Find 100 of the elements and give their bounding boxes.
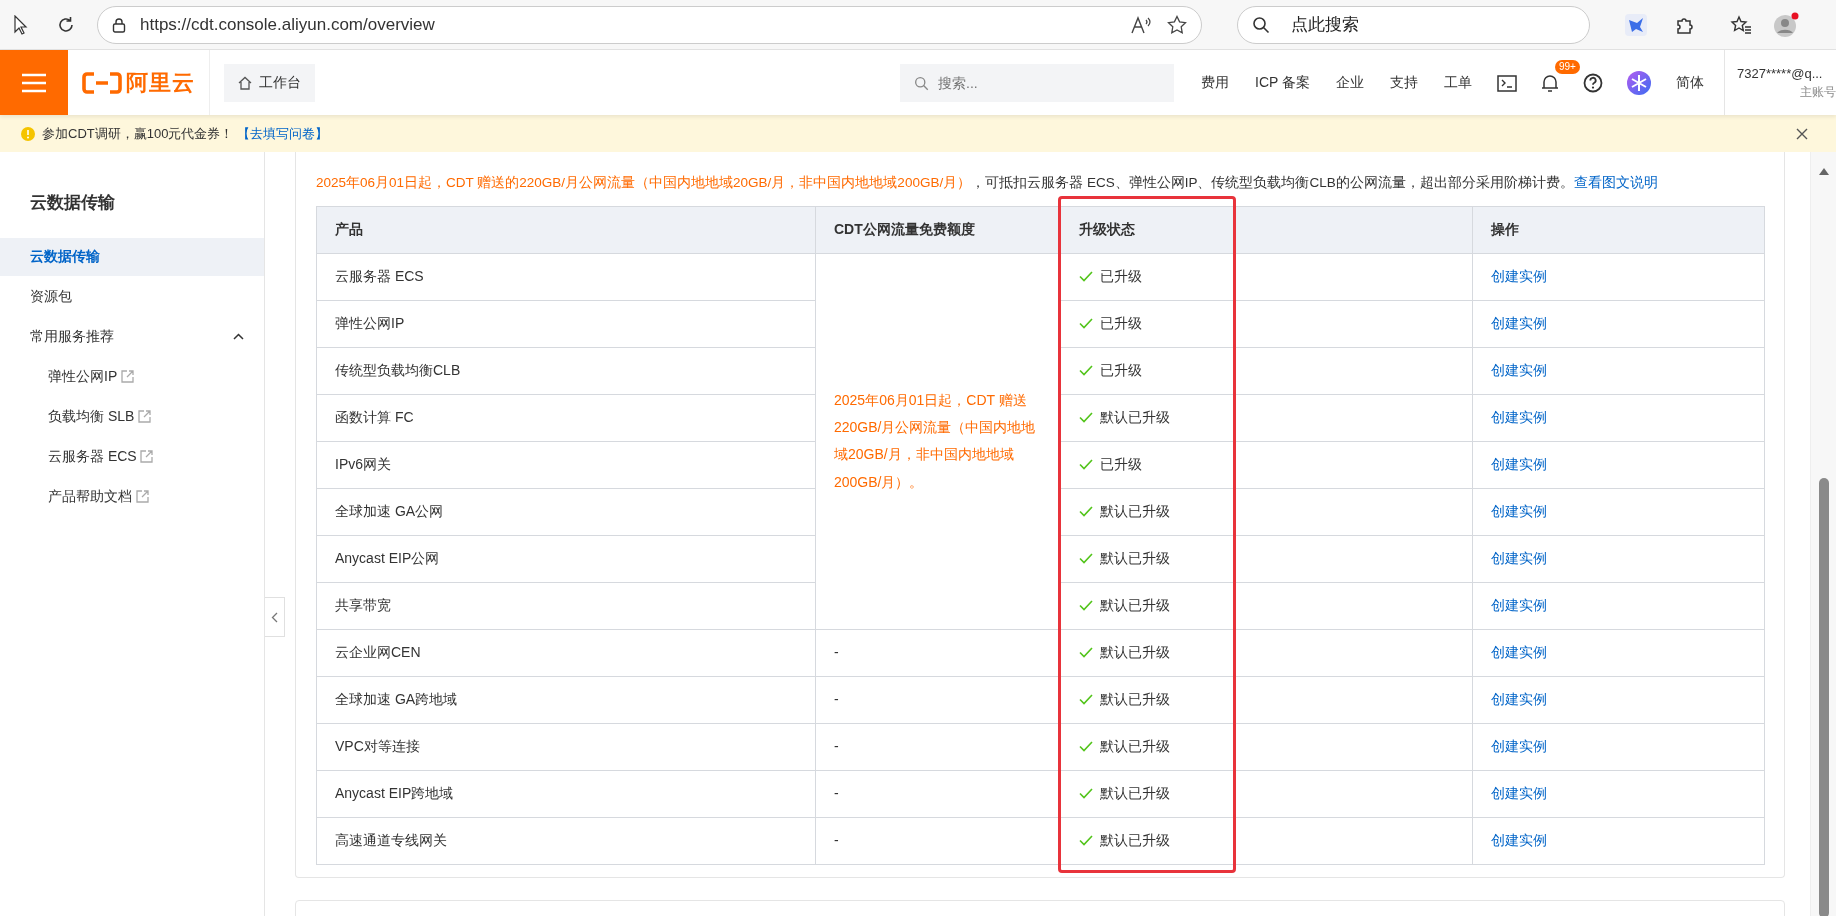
status-text: 默认已升级 xyxy=(1100,502,1170,522)
scroll-up-icon[interactable] xyxy=(1819,168,1829,175)
workbench-button[interactable]: 工作台 xyxy=(223,63,315,102)
check-icon xyxy=(1079,600,1093,612)
status-text: 已升级 xyxy=(1100,267,1142,287)
create-instance-link[interactable]: 创建实例 xyxy=(1491,832,1547,849)
scroll-thumb[interactable] xyxy=(1819,478,1829,916)
collapse-handle[interactable] xyxy=(265,597,285,637)
table-cell: 传统型负载均衡CLB xyxy=(316,347,816,395)
external-link-icon xyxy=(135,490,149,503)
logo-icon xyxy=(82,71,122,94)
check-icon xyxy=(1079,365,1093,377)
check-icon xyxy=(1079,788,1093,800)
status-text: 默认已升级 xyxy=(1100,737,1170,757)
status-text: 默认已升级 xyxy=(1100,596,1170,616)
menu-button[interactable] xyxy=(0,50,68,115)
nav-link[interactable]: 简体 xyxy=(1663,72,1717,93)
sidebar-item[interactable]: 云数据传输 xyxy=(0,237,264,276)
status-text: 默认已升级 xyxy=(1100,831,1170,851)
table-cell: 云服务器 ECS xyxy=(316,253,816,301)
table-cell: VPC对等连接 xyxy=(316,723,816,771)
bell-icon xyxy=(1541,73,1559,94)
status-text: 已升级 xyxy=(1100,455,1142,475)
logo-text: 阿里云 xyxy=(125,69,195,97)
table-cell: IPv6网关 xyxy=(316,441,816,489)
table-cell: 共享带宽 xyxy=(316,582,816,630)
create-instance-link[interactable]: 创建实例 xyxy=(1491,409,1547,426)
column-header: 操作 xyxy=(1472,206,1765,254)
table-cell: 云企业网CEN xyxy=(316,629,816,677)
check-icon xyxy=(1079,506,1093,518)
create-instance-link[interactable]: 创建实例 xyxy=(1491,738,1547,755)
check-icon xyxy=(1079,553,1093,565)
create-instance-link[interactable]: 创建实例 xyxy=(1491,691,1547,708)
star-icon[interactable] xyxy=(1167,14,1187,35)
read-aloud-icon[interactable] xyxy=(1131,15,1153,34)
check-icon xyxy=(1079,412,1093,424)
create-instance-link[interactable]: 创建实例 xyxy=(1491,456,1547,473)
warning-icon xyxy=(21,126,35,141)
nav-link[interactable]: 企业 xyxy=(1323,72,1377,93)
notice-text: 参加CDT调研，赢100元代金券！ xyxy=(42,124,234,143)
cursor-icon xyxy=(14,14,28,35)
favorites-icon[interactable] xyxy=(1730,14,1752,35)
status-text: 已升级 xyxy=(1100,314,1142,334)
help-icon xyxy=(1583,73,1603,94)
menu-icon xyxy=(21,72,47,93)
search-field[interactable]: 搜索... xyxy=(900,63,1174,102)
account-role: 主账号 xyxy=(1799,84,1836,102)
column-header: 升级状态 xyxy=(1060,206,1473,254)
create-instance-link[interactable]: 创建实例 xyxy=(1491,597,1547,614)
notification-count: 99+ xyxy=(1555,59,1580,74)
extension-icon[interactable] xyxy=(1625,13,1647,36)
status-text: 已升级 xyxy=(1100,361,1142,381)
create-instance-link[interactable]: 创建实例 xyxy=(1491,268,1547,285)
chevron-left-icon xyxy=(271,611,278,623)
column-header: CDT公网流量免费额度 xyxy=(815,206,1061,254)
lock-icon xyxy=(112,16,126,33)
sidebar-item[interactable]: 常用服务推荐 xyxy=(0,317,264,356)
sidebar-subitem[interactable]: 产品帮助文档 xyxy=(0,477,264,516)
scrollbar[interactable] xyxy=(1810,152,1836,916)
close-icon[interactable] xyxy=(1796,127,1808,140)
address-bar[interactable]: https://cdt.console.aliyun.com/overview xyxy=(97,5,1202,44)
nav-link[interactable]: ICP 备案 xyxy=(1242,72,1323,93)
sidebar-subitem[interactable]: 云服务器 ECS xyxy=(0,437,264,476)
sidebar-title: 云数据传输 xyxy=(29,192,116,214)
check-icon xyxy=(1079,271,1093,283)
table-cell: 全球加速 GA公网 xyxy=(316,488,816,536)
nav-link[interactable]: 费用 xyxy=(1188,72,1242,93)
sidebar-subitem[interactable]: 负载均衡 SLB xyxy=(0,397,264,436)
guide-link[interactable]: 查看图文说明 xyxy=(1573,175,1658,190)
create-instance-link[interactable]: 创建实例 xyxy=(1491,785,1547,802)
sidebar-item[interactable]: 资源包 xyxy=(0,277,264,316)
create-instance-link[interactable]: 创建实例 xyxy=(1491,503,1547,520)
status-text: 默认已升级 xyxy=(1100,408,1170,428)
sidebar-subitem[interactable]: 弹性公网IP xyxy=(0,357,264,396)
reload-icon[interactable] xyxy=(56,14,76,35)
create-instance-link[interactable]: 创建实例 xyxy=(1491,550,1547,567)
check-icon xyxy=(1079,647,1093,659)
table-cell: 弹性公网IP xyxy=(316,300,816,348)
nav-link[interactable]: 支持 xyxy=(1377,72,1431,93)
create-instance-link[interactable]: 创建实例 xyxy=(1491,644,1547,661)
table-cell: 函数计算 FC xyxy=(316,394,816,442)
url-text: https://cdt.console.aliyun.com/overview xyxy=(140,13,435,36)
create-instance-link[interactable]: 创建实例 xyxy=(1491,315,1547,332)
search-icon xyxy=(914,75,929,91)
search-icon xyxy=(1252,15,1270,34)
check-icon xyxy=(1079,459,1093,471)
table-cell: 高速通道专线网关 xyxy=(316,817,816,865)
nav-link[interactable]: 工单 xyxy=(1431,72,1485,93)
column-header: 产品 xyxy=(316,206,816,254)
create-instance-link[interactable]: 创建实例 xyxy=(1491,362,1547,379)
check-icon xyxy=(1079,318,1093,330)
external-link-icon xyxy=(137,410,151,423)
profile-avatar[interactable] xyxy=(1773,11,1799,38)
home-icon xyxy=(237,75,252,90)
survey-link[interactable]: 【去填写问卷】 xyxy=(236,123,328,144)
check-icon xyxy=(1079,694,1093,706)
table-cell: Anycast EIP跨地域 xyxy=(316,770,816,818)
account-name[interactable]: 7327*****@q... xyxy=(1737,63,1836,84)
external-link-icon xyxy=(140,450,154,463)
browser-search-field[interactable]: 点此搜索 xyxy=(1237,5,1590,44)
